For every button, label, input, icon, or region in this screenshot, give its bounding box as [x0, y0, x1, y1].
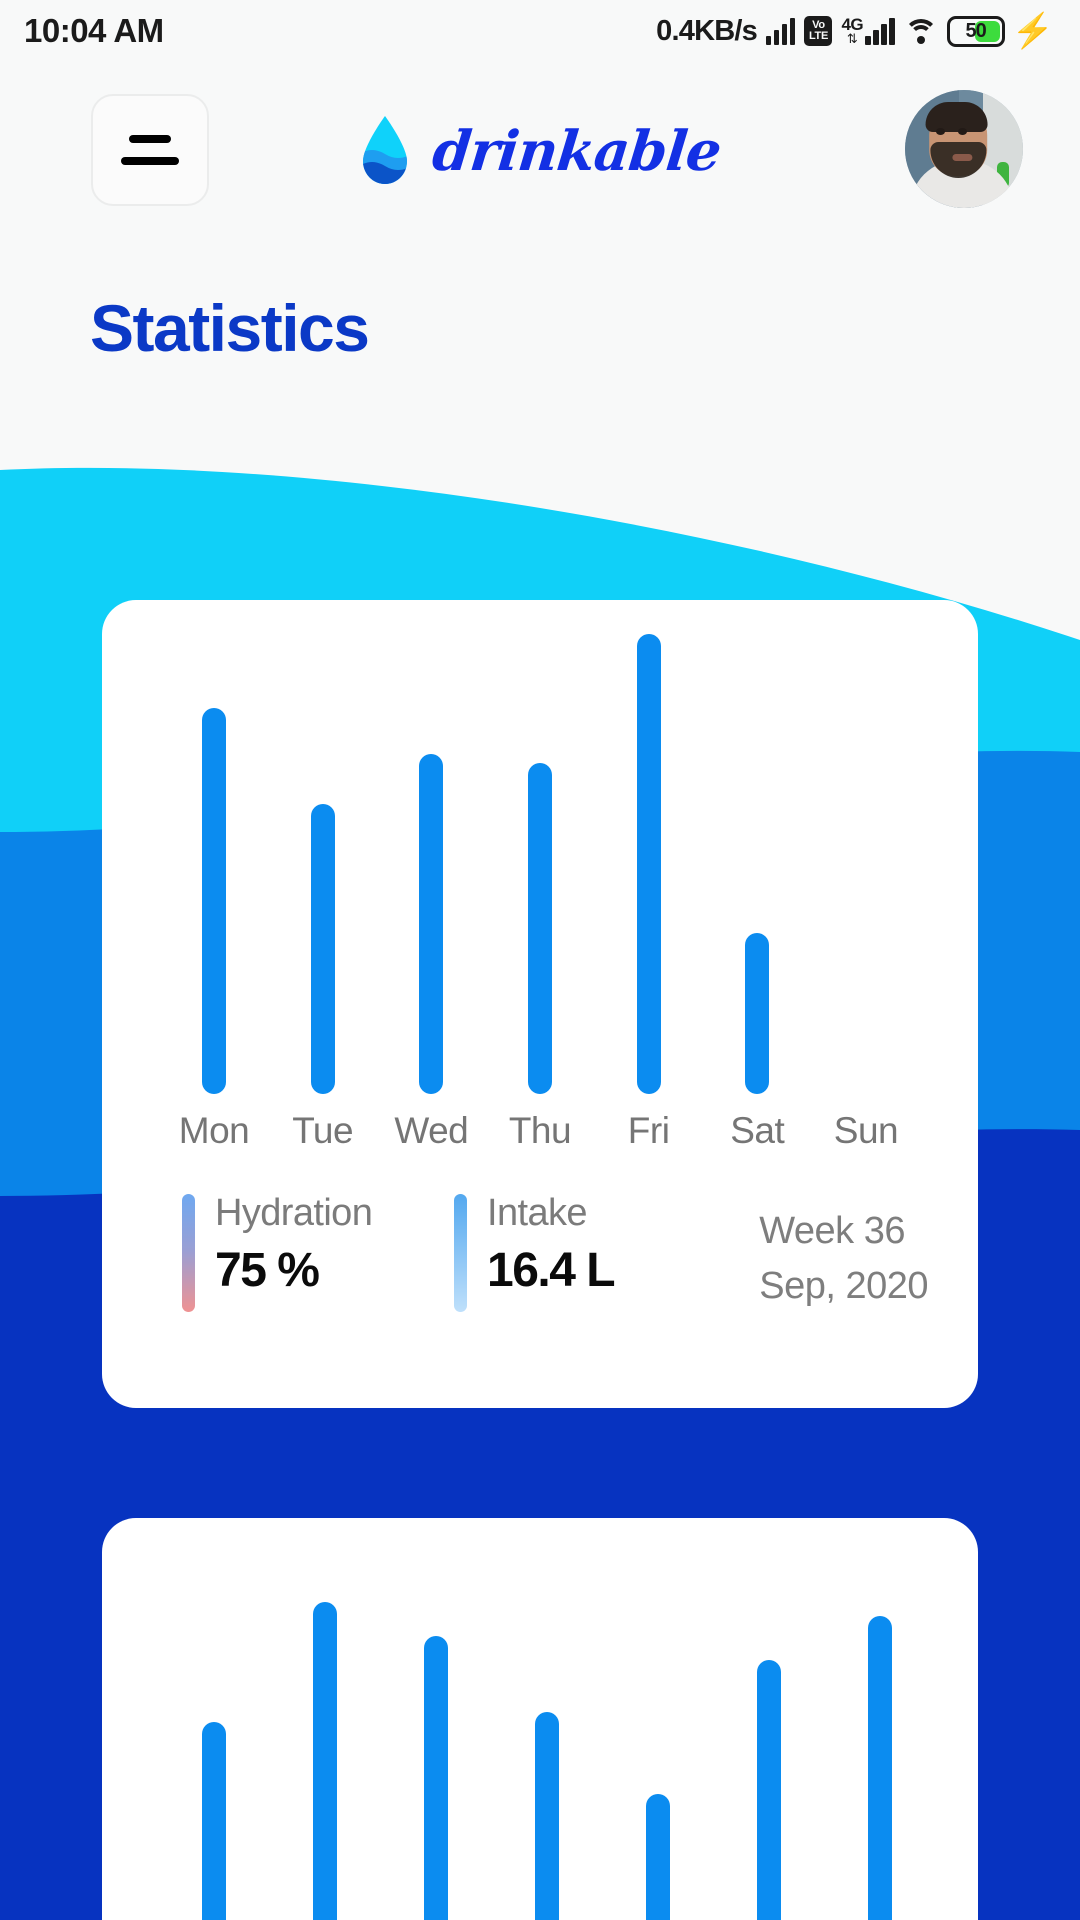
bar-tue[interactable] [310, 804, 335, 1094]
chart-period: Week 36 Sep, 2020 [759, 1188, 928, 1314]
chart-legend: Hydration 75 % Intake 16.4 L Week 36 Sep… [160, 1188, 928, 1338]
legend-item-hydration: Hydration 75 % [182, 1188, 454, 1312]
volte-bottom-text: LTE [808, 30, 828, 42]
bar-mon[interactable] [202, 707, 226, 1094]
bar-column[interactable] [612, 1578, 704, 1920]
day-label-thu: Thu [508, 1110, 572, 1151]
bar2-thu[interactable] [535, 1712, 559, 1920]
bar2-sun[interactable] [868, 1616, 892, 1920]
battery-icon: 50 [946, 15, 1005, 47]
hamburger-menu-icon-line-top [129, 135, 171, 143]
intake-gradient-indicator [454, 1194, 467, 1312]
bar-fri[interactable] [636, 634, 661, 1094]
bar-column[interactable] [711, 634, 803, 1094]
status-bar-clock: 10:04 AM [24, 12, 164, 49]
bar2-mon[interactable] [202, 1722, 226, 1920]
bar2-sat[interactable] [757, 1659, 781, 1920]
bar-column[interactable] [390, 1578, 482, 1920]
status-bar: 10:04 AM 0.4KB/s Vo LTE 4G ⇅ 50 ⚡ [0, 0, 1080, 62]
day-label-wed: Wed [394, 1110, 469, 1151]
day-label-mon: Mon [178, 1110, 250, 1151]
bar-column[interactable] [277, 634, 369, 1094]
user-avatar[interactable] [905, 90, 1023, 208]
app-screen: 10:04 AM 0.4KB/s Vo LTE 4G ⇅ 50 ⚡ drinka… [0, 0, 1080, 1920]
network-speed-label: 0.4KB/s [656, 14, 758, 47]
bar-column[interactable] [494, 634, 586, 1094]
bar-chart-previous-week [168, 1578, 926, 1920]
bar-thu[interactable] [527, 762, 552, 1094]
bar-column[interactable] [820, 634, 912, 1094]
status-bar-indicators: 0.4KB/s Vo LTE 4G ⇅ 50 ⚡ [656, 12, 1054, 50]
day-label-tue: Tue [292, 1110, 354, 1151]
day-label-sun: Sun [833, 1110, 899, 1151]
brand-name-label: drinkable [429, 117, 725, 183]
bar-column[interactable] [279, 1578, 371, 1920]
signal-bars-secondary-icon [865, 17, 895, 45]
bar-sat[interactable] [745, 933, 770, 1094]
bar-column[interactable] [501, 1578, 593, 1920]
week-label: Week 36 [759, 1210, 906, 1252]
bar2-tue[interactable] [313, 1602, 337, 1920]
day-label-fri: Fri [627, 1110, 670, 1151]
bar2-fri[interactable] [646, 1794, 670, 1920]
app-bar: drinkable [0, 62, 1080, 237]
network-type-icon: 4G ⇅ [841, 16, 895, 46]
day-axis-labels: Mon Tue Wed Thu Fri Sat Sun [168, 1110, 912, 1152]
bar2-wed[interactable] [424, 1635, 448, 1920]
bar-column[interactable] [168, 634, 260, 1094]
legend-item-intake: Intake 16.4 L [454, 1188, 704, 1312]
month-year-label: Sep, 2020 [759, 1265, 928, 1307]
bar-column[interactable] [834, 1578, 926, 1920]
battery-percent-label: 50 [965, 19, 987, 42]
bar-column[interactable] [385, 634, 477, 1094]
lightning-bolt-icon: ⚡ [1011, 12, 1054, 50]
wifi-icon [903, 17, 938, 45]
volte-icon: Vo LTE [804, 16, 833, 46]
bar-column[interactable] [168, 1578, 260, 1920]
bar-column[interactable] [603, 634, 695, 1094]
signal-bars-icon [765, 17, 796, 45]
bar-chart-current-week [168, 634, 912, 1094]
statistics-card-previous-week[interactable] [102, 1518, 978, 1920]
day-label-sat: Sat [730, 1110, 785, 1151]
hydration-label: Hydration [215, 1192, 373, 1234]
bar-wed[interactable] [419, 753, 444, 1094]
bar-column[interactable] [723, 1578, 815, 1920]
hydration-gradient-indicator [182, 1194, 195, 1312]
page-title: Statistics [90, 291, 370, 365]
hydration-value: 75 % [215, 1244, 320, 1297]
data-transfer-arrows-icon: ⇅ [846, 31, 858, 46]
water-droplet-icon [359, 114, 411, 186]
hamburger-menu-icon-line-bottom [121, 157, 179, 165]
statistics-card-current-week[interactable]: Mon Tue Wed Thu Fri Sat Sun Hydration 75… [102, 600, 978, 1408]
intake-value: 16.4 L [487, 1244, 616, 1297]
hamburger-menu-button[interactable] [91, 94, 209, 206]
intake-label: Intake [487, 1192, 588, 1234]
